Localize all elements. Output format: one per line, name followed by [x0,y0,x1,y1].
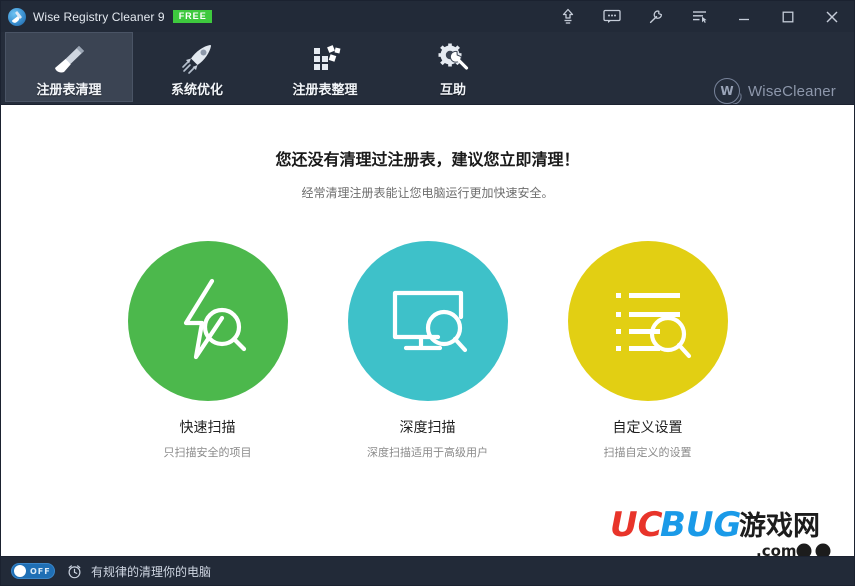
tab-label: 注册表清理 [36,83,102,98]
app-icon [8,7,26,26]
action-title: 深度扫描 [399,420,456,436]
scan-actions: 快速扫描 只扫描安全的项目 深度扫描 深度扫描适用于高级用户 自定义设置 扫描自… [1,241,854,460]
tab-registry-cleaner[interactable]: 注册表清理 [5,32,133,102]
brand-name: WiseCleaner [747,82,836,100]
action-desc: 扫描自定义的设置 [603,446,692,459]
toggle-state-label: OFF [30,566,51,576]
deep-scan-circle[interactable] [347,241,508,401]
statusbar: OFF 有规律的清理你的电脑 [1,556,854,585]
action-desc: 深度扫描适用于高级用户 [367,446,488,459]
brand-mark: W [713,78,740,104]
tab-label: 互助 [439,83,466,98]
action-desc: 只扫描安全的项目 [163,446,252,459]
lightning-search-icon [160,271,256,372]
watermark-part1: UC [610,505,663,545]
wrench-gear-icon [430,41,476,77]
rocket-icon [174,41,220,77]
action-title: 自定义设置 [612,420,683,436]
nav-tabs: 注册表清理 系统优化 注册表整理 互助 W WiseCleaner [1,32,854,104]
alarm-clock-icon [67,564,82,579]
watermark-domain: .com [756,542,797,556]
action-deep-scan[interactable]: 深度扫描 深度扫描适用于高级用户 [347,241,508,460]
main-content: 您还没有清理过注册表，建议您立即清理！ 经常清理注册表能让您电脑运行更加快速安全… [1,104,854,556]
tab-mutual-help[interactable]: 互助 [389,32,517,102]
close-icon[interactable] [810,1,854,32]
status-text: 有规律的清理你的电脑 [91,564,212,579]
tab-label: 系统优化 [170,83,223,98]
watermark: UC BUG 游戏网 .com [610,505,831,556]
custom-settings-circle[interactable] [567,241,728,401]
quick-scan-circle[interactable] [127,241,288,401]
tab-system-optimize[interactable]: 系统优化 [133,32,261,102]
upgrade-icon[interactable] [546,1,590,32]
edition-badge: FREE [172,10,212,23]
action-quick-scan[interactable]: 快速扫描 只扫描安全的项目 [127,241,288,460]
schedule-toggle[interactable]: OFF [11,563,55,579]
tab-label: 注册表整理 [292,83,358,98]
tools-icon[interactable] [634,1,678,32]
watermark-part2: BUG [660,505,741,545]
defrag-icon [302,41,348,77]
tab-registry-defrag[interactable]: 注册表整理 [261,32,389,102]
minimize-icon[interactable] [722,1,766,32]
page-headline: 您还没有清理过注册表，建议您立即清理！ [275,150,580,169]
brand-logo: W WiseCleaner [713,78,836,104]
toggle-knob [14,565,26,577]
watermark-part3: 游戏网 [739,511,820,542]
page-subheadline: 经常清理注册表能让您电脑运行更加快速安全。 [301,186,554,200]
window-title: Wise Registry Cleaner 9 [33,9,165,24]
broom-icon [46,41,92,77]
monitor-search-icon [378,271,478,372]
app-window: Wise Registry Cleaner 9 FREE 注册表清理 系统优化 … [0,0,855,586]
list-search-icon [598,271,698,372]
titlebar: Wise Registry Cleaner 9 FREE [1,1,854,32]
maximize-icon[interactable] [766,1,810,32]
menu-icon[interactable] [678,1,722,32]
action-title: 快速扫描 [179,420,236,436]
feedback-icon[interactable] [590,1,634,32]
action-custom-settings[interactable]: 自定义设置 扫描自定义的设置 [567,241,728,460]
